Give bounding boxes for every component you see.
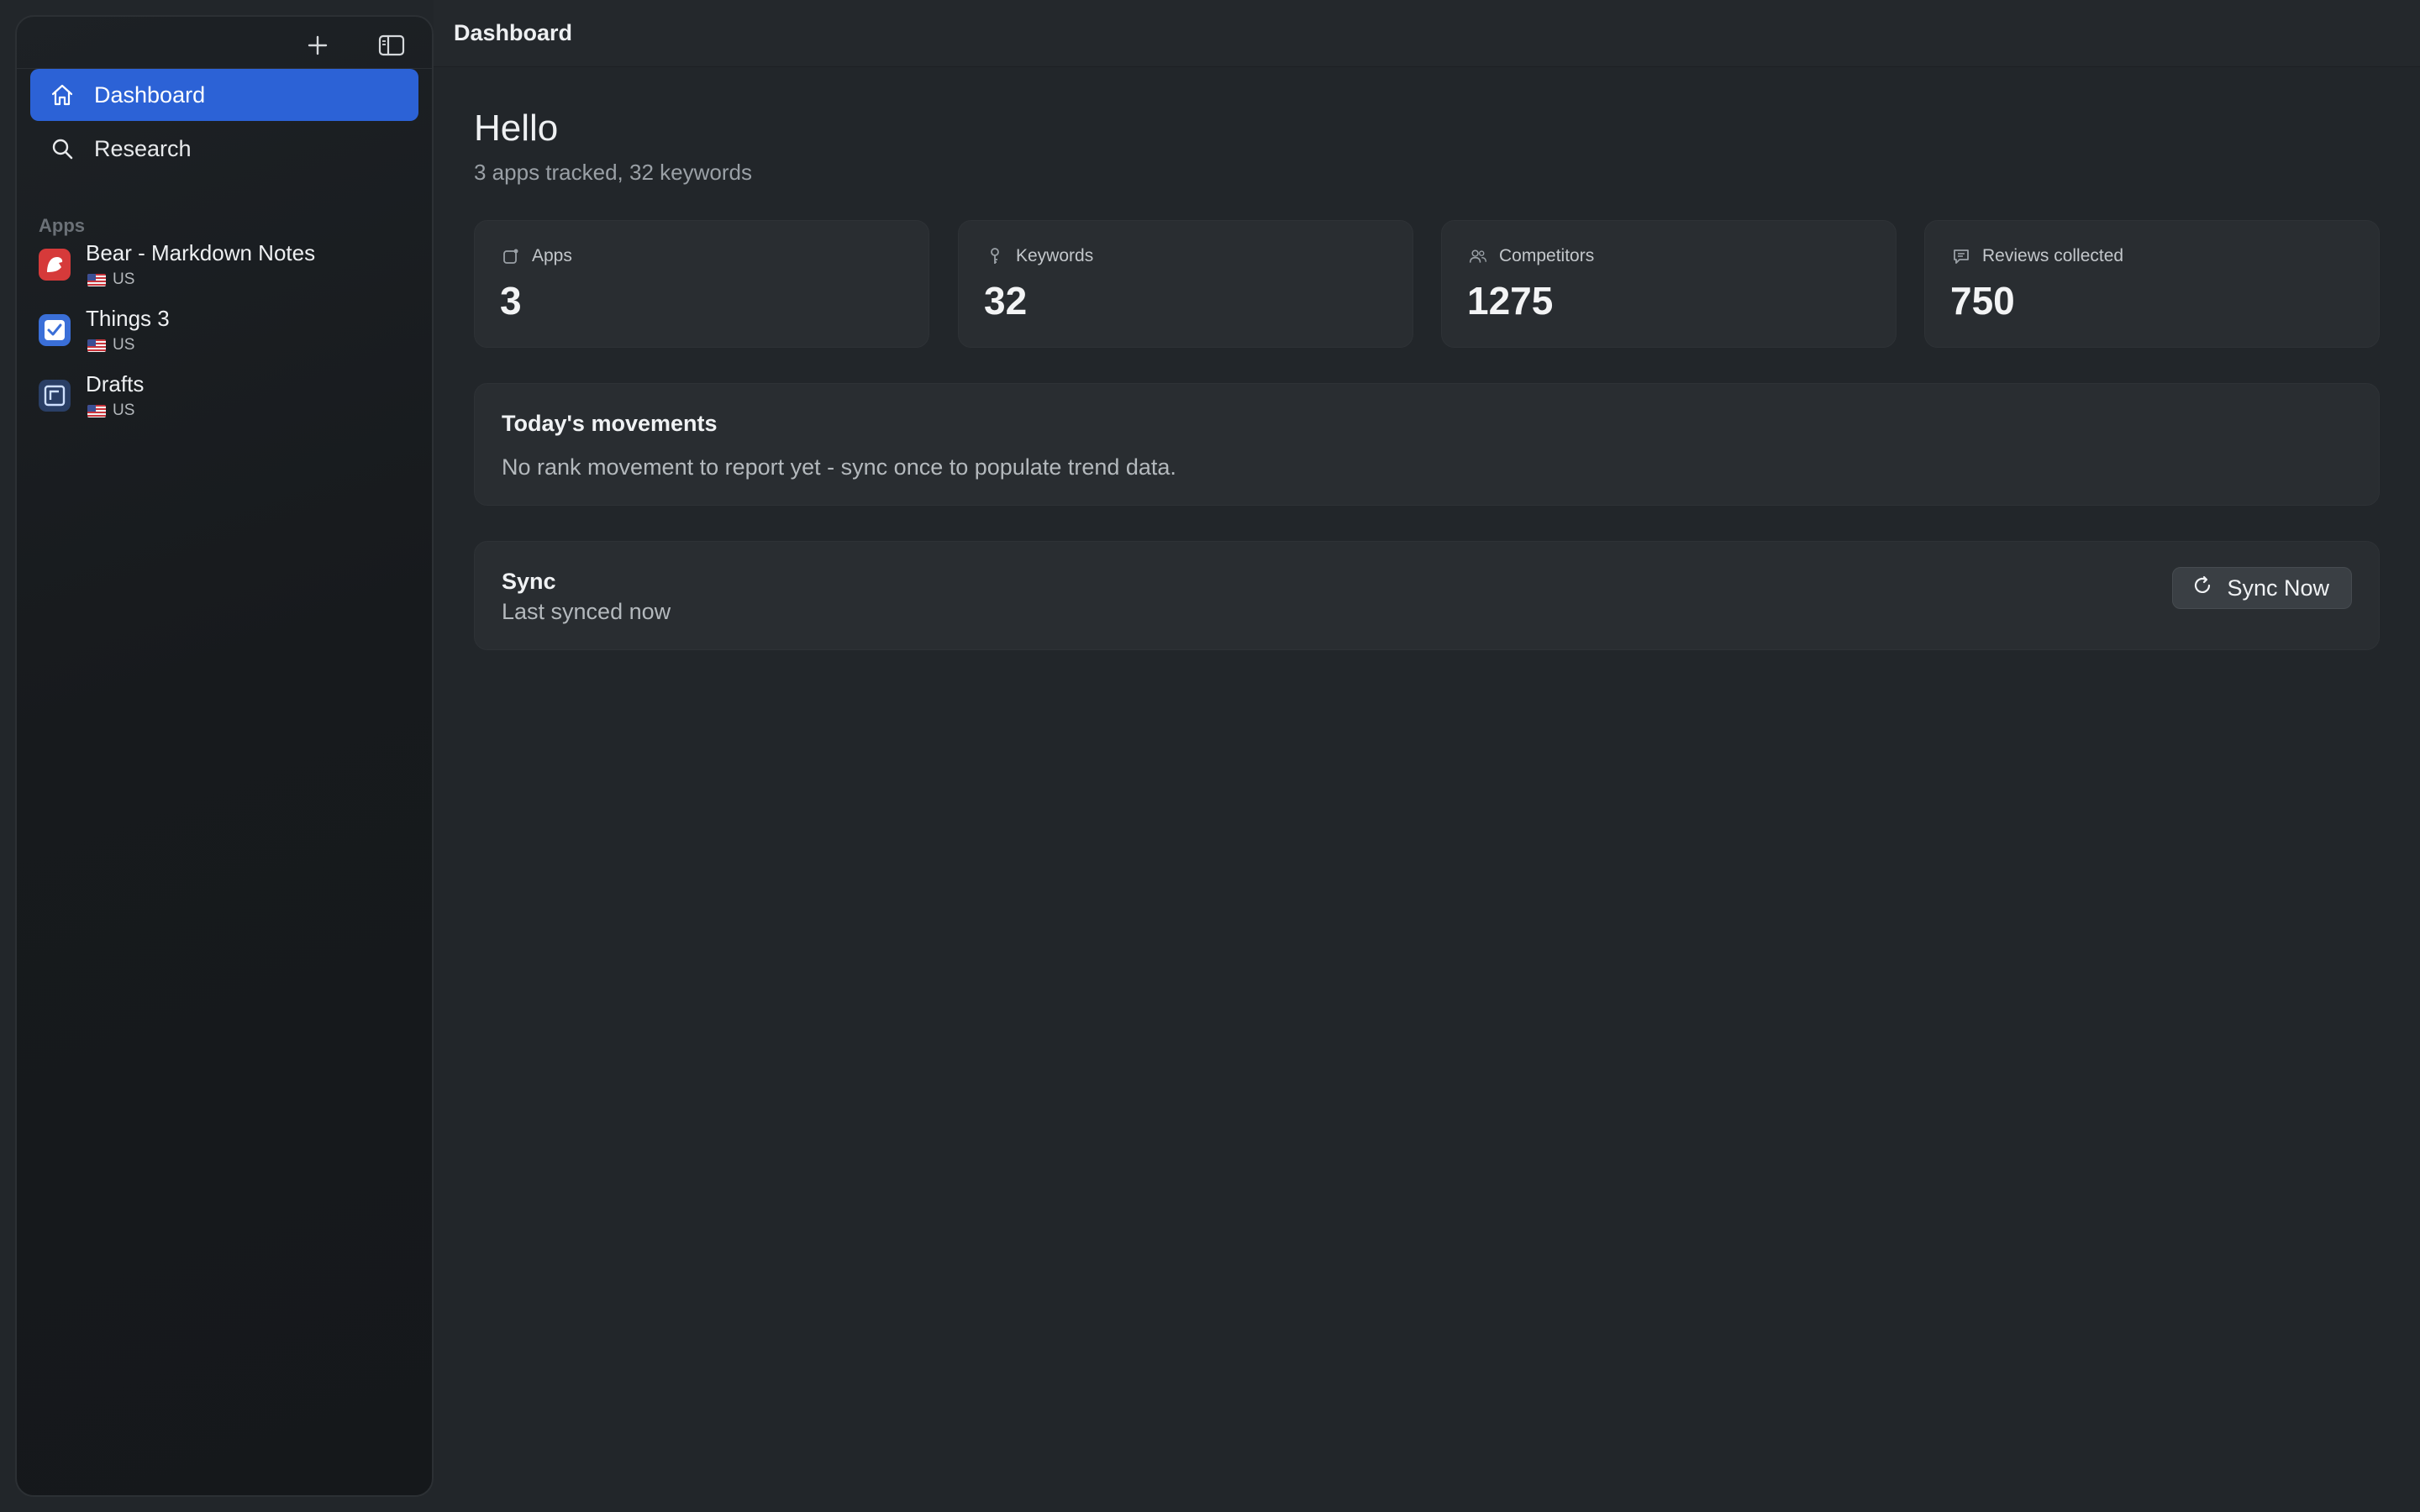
stat-label: Apps: [532, 246, 572, 265]
apps-section-label: Apps: [39, 215, 85, 236]
sync-panel: Sync Last synced now Sync Now: [474, 541, 2380, 650]
movements-panel: Today's movements No rank movement to re…: [474, 383, 2380, 506]
us-flag-icon: [87, 273, 106, 286]
page-title: Dashboard: [454, 20, 573, 45]
app-name: Drafts: [86, 371, 145, 396]
stat-header: Reviews collected: [1952, 246, 2123, 266]
country-code: US: [113, 336, 135, 354]
sync-title: Sync: [502, 569, 556, 594]
titlebar: Dashboard: [434, 0, 2420, 67]
key-icon: [986, 247, 1004, 265]
sidebar-item-label: Research: [94, 135, 192, 161]
sidebar-toggle-icon[interactable]: [373, 27, 410, 64]
stat-card-keywords: Keywords 32: [958, 220, 1413, 348]
stat-value: 1275: [1467, 279, 1554, 323]
things-app-icon: [39, 314, 71, 346]
sync-button-label: Sync Now: [2227, 575, 2329, 601]
us-flag-icon: [87, 339, 106, 352]
refresh-icon: [2191, 575, 2213, 602]
sync-now-button[interactable]: Sync Now: [2172, 567, 2352, 609]
stat-header: Keywords: [986, 246, 1093, 266]
stat-value: 750: [1950, 279, 2015, 323]
magnifier-icon: [49, 135, 76, 162]
sidebar: Dashboard Research Apps Bear - Markdown …: [15, 15, 434, 1497]
app-country: US: [87, 336, 134, 354]
stat-value: 32: [984, 279, 1028, 323]
people-icon: [1469, 247, 1487, 265]
house-icon: [49, 81, 76, 108]
app-icon: [502, 247, 520, 265]
drafts-app-icon: [39, 380, 71, 412]
message-icon: [1952, 247, 1970, 265]
greeting-heading: Hello: [474, 108, 559, 149]
app-country: US: [87, 402, 134, 420]
stat-card-apps: Apps 3: [474, 220, 929, 348]
sidebar-app-bear[interactable]: Bear - Markdown Notes US: [24, 237, 412, 296]
plus-icon[interactable]: [299, 27, 336, 64]
stat-label: Competitors: [1499, 246, 1595, 265]
app-country: US: [87, 270, 134, 289]
sidebar-item-research[interactable]: Research: [30, 123, 418, 175]
us-flag-icon: [87, 404, 106, 417]
country-code: US: [113, 270, 135, 288]
stat-label: Reviews collected: [1982, 246, 2124, 265]
summary-text: 3 apps tracked, 32 keywords: [474, 160, 752, 185]
app-name: Things 3: [86, 306, 170, 331]
country-code: US: [113, 402, 135, 419]
movements-text: No rank movement to report yet - sync on…: [502, 454, 1176, 480]
stat-header: Apps: [502, 246, 572, 266]
app-name: Bear - Markdown Notes: [86, 240, 316, 265]
sidebar-app-things[interactable]: Things 3 US: [24, 302, 412, 361]
sidebar-item-label: Dashboard: [94, 81, 206, 108]
sidebar-app-drafts[interactable]: Drafts US: [24, 368, 412, 427]
sidebar-item-dashboard[interactable]: Dashboard: [30, 69, 418, 121]
stat-label: Keywords: [1016, 246, 1094, 265]
bear-app-icon: [39, 249, 71, 281]
sidebar-toolbar: [17, 17, 432, 69]
stat-header: Competitors: [1469, 246, 1594, 266]
sync-status: Last synced now: [502, 599, 671, 624]
movements-title: Today's movements: [502, 411, 718, 436]
stat-card-competitors: Competitors 1275: [1441, 220, 1897, 348]
stat-card-reviews: Reviews collected 750: [1924, 220, 2380, 348]
stat-value: 3: [500, 279, 522, 323]
